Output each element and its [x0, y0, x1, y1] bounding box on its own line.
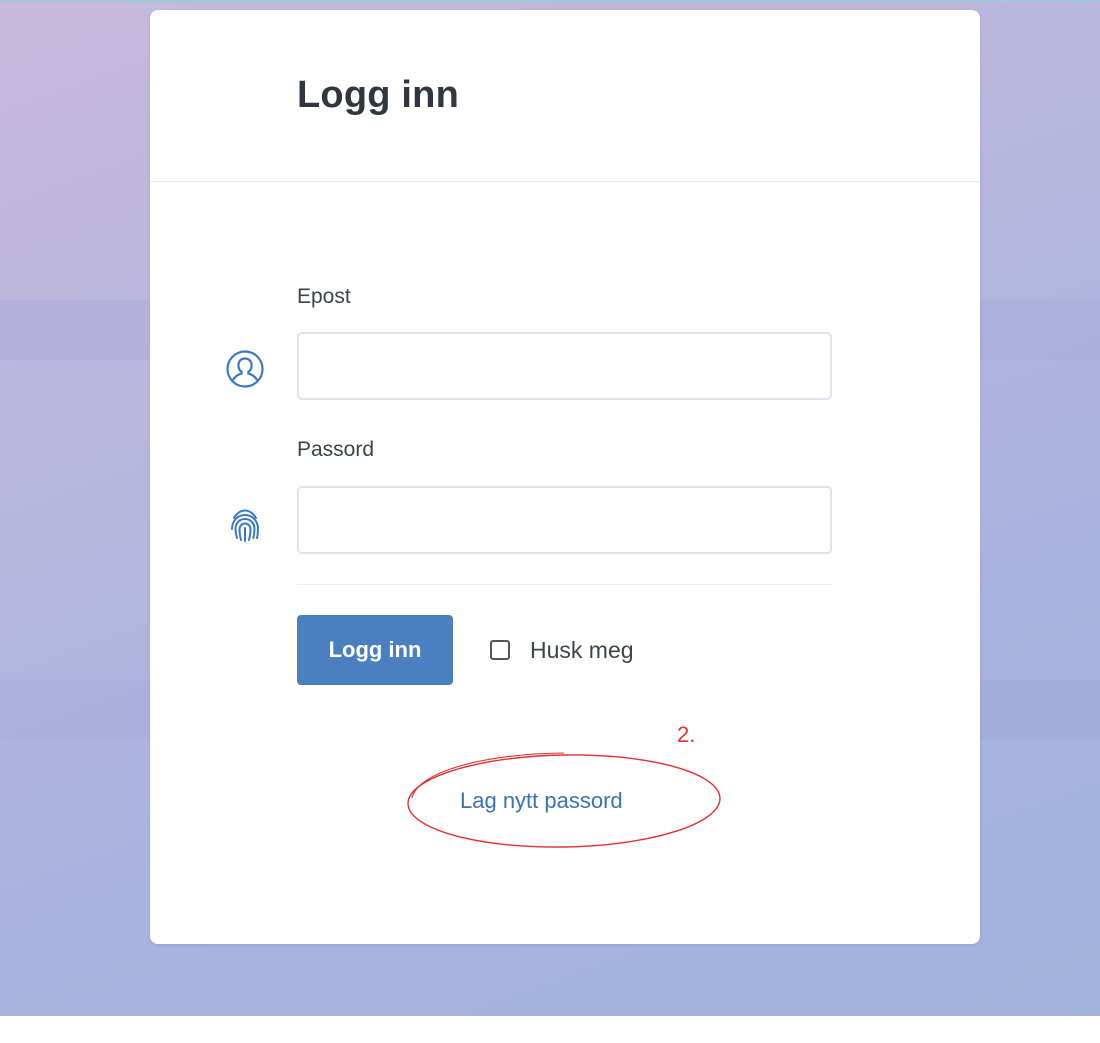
form-divider [297, 584, 832, 585]
password-label: Passord [297, 438, 375, 461]
login-button[interactable]: Logg inn [297, 615, 453, 685]
page-bottom-edge [0, 1016, 1100, 1043]
user-circle-icon [226, 350, 264, 388]
remember-me-checkbox[interactable] [490, 640, 510, 660]
page-title: Logg inn [297, 74, 459, 116]
email-label: Epost [297, 285, 351, 308]
reset-password-link[interactable]: Lag nytt passord [460, 788, 623, 814]
card-header: Logg inn [150, 10, 980, 182]
remember-me[interactable]: Husk meg [490, 635, 634, 665]
fingerprint-icon [231, 509, 260, 542]
remember-me-label: Husk meg [530, 636, 634, 663]
login-card: Logg inn Epost Passord Logg inn Husk meg… [150, 10, 980, 944]
email-field[interactable] [297, 332, 832, 400]
top-rule [0, 0, 1100, 2]
password-field[interactable] [297, 486, 832, 554]
